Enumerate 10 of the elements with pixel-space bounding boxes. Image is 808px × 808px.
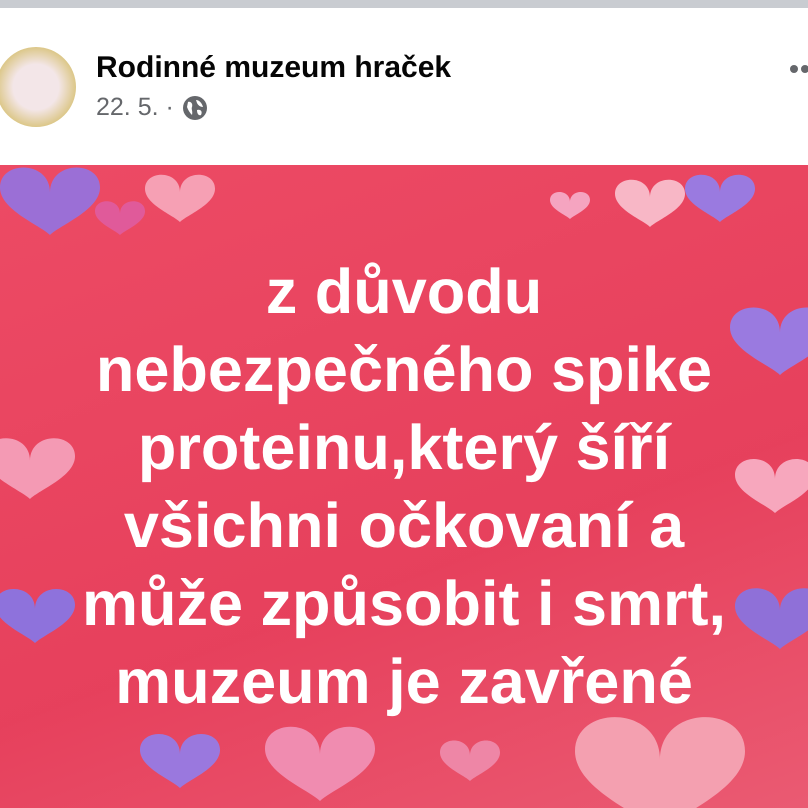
heart-shape [685,174,755,222]
post-text: z důvodu nebezpečného spike proteinu,který šíří všichni očkovaní a může způsobit i smrt, muzeum je zavřené [82,256,726,718]
heart-shape [145,174,215,222]
more-options-icon[interactable] [790,64,808,74]
heart-shape [615,180,685,227]
post-date[interactable]: 22. 5. · [96,93,174,122]
page-name[interactable]: Rodinné muzeum hraček [96,51,452,85]
globe-icon [182,94,208,120]
heart-shape [440,740,500,781]
heart-shape [550,192,590,219]
